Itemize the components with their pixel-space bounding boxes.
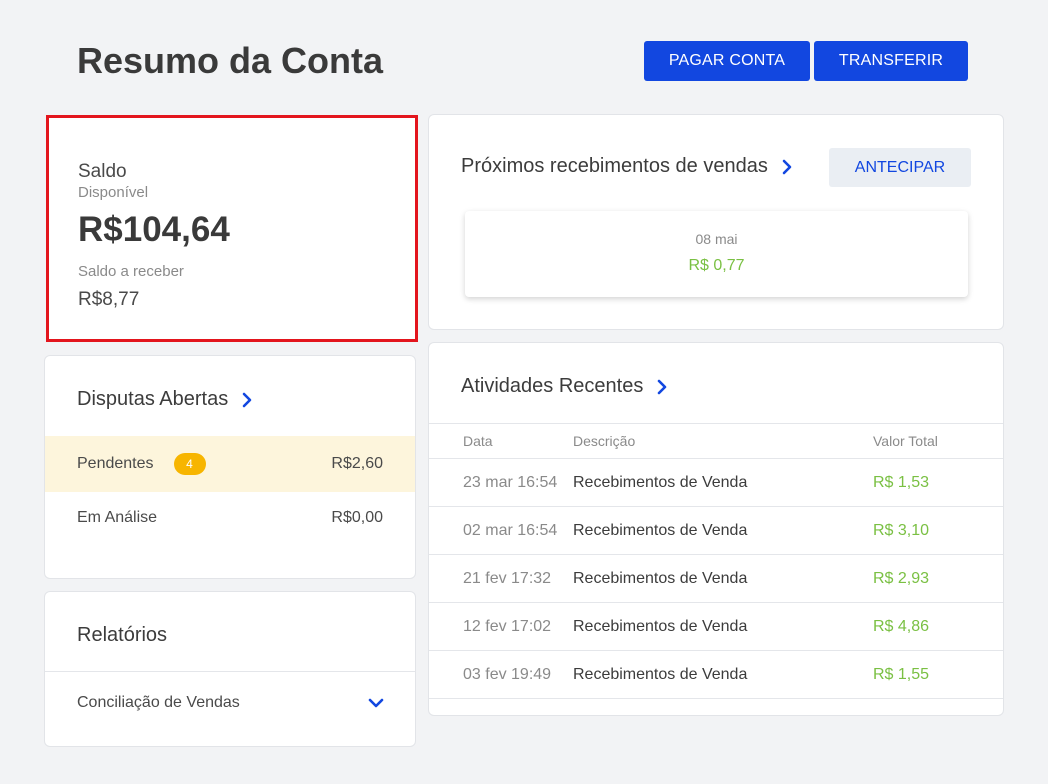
table-header: Data Descrição Valor Total bbox=[429, 423, 1003, 459]
table-row[interactable]: 21 fev 17:32 Recebimentos de Venda R$ 2,… bbox=[429, 555, 1003, 603]
balance-sub-label: Disponível bbox=[78, 184, 149, 201]
upcoming-heading-link[interactable]: Próximos recebimentos de vendas bbox=[461, 155, 794, 178]
activity-date: 03 fev 19:49 bbox=[463, 665, 552, 683]
disputes-card: Disputas Abertas Pendentes 4 R$2,60 Em A… bbox=[44, 355, 416, 579]
dispute-amount: R$2,60 bbox=[331, 455, 383, 472]
receivable-date: 08 mai bbox=[695, 231, 738, 247]
recent-activities-card: Atividades Recentes Data Descrição Valor… bbox=[428, 342, 1004, 716]
activity-value: R$ 1,55 bbox=[873, 665, 930, 683]
page-title: Resumo da Conta bbox=[77, 40, 384, 81]
receivable-balance: R$8,77 bbox=[78, 289, 140, 310]
pending-count-badge: 4 bbox=[173, 453, 206, 475]
activities-title: Atividades Recentes bbox=[461, 375, 644, 397]
anticipate-button[interactable]: ANTECIPAR bbox=[829, 148, 971, 187]
activity-description: Recebimentos de Venda bbox=[573, 569, 748, 587]
chevron-down-icon[interactable] bbox=[367, 697, 385, 709]
balance-card: Saldo Disponível R$104,64 Saldo a recebe… bbox=[46, 115, 418, 342]
activity-date: 12 fev 17:02 bbox=[463, 617, 552, 635]
table-row[interactable]: 12 fev 17:02 Recebimentos de Venda R$ 4,… bbox=[429, 603, 1003, 651]
dispute-status-label: Em Análise bbox=[77, 509, 158, 526]
activity-value: R$ 1,53 bbox=[873, 473, 930, 491]
dispute-row-in-review[interactable]: Em Análise R$0,00 bbox=[45, 490, 415, 546]
divider bbox=[45, 671, 415, 672]
reports-card: Relatórios Conciliação de Vendas bbox=[44, 591, 416, 747]
table-row[interactable]: 23 mar 16:54 Recebimentos de Venda R$ 1,… bbox=[429, 459, 1003, 507]
transfer-button[interactable]: TRANSFERIR bbox=[814, 41, 968, 81]
activity-description: Recebimentos de Venda bbox=[573, 521, 748, 539]
reports-title: Relatórios bbox=[77, 624, 168, 646]
balance-label: Saldo bbox=[78, 161, 127, 182]
sales-reconciliation-item[interactable]: Conciliação de Vendas bbox=[77, 690, 385, 716]
column-header-description: Descrição bbox=[573, 433, 636, 449]
activity-description: Recebimentos de Venda bbox=[573, 473, 748, 491]
receivable-amount: R$ 0,77 bbox=[688, 257, 745, 274]
dispute-row-pending[interactable]: Pendentes 4 R$2,60 bbox=[45, 436, 415, 492]
dispute-status-label: Pendentes bbox=[77, 455, 154, 472]
upcoming-receivables-card: Próximos recebimentos de vendas ANTECIPA… bbox=[428, 114, 1004, 330]
pay-bill-button[interactable]: PAGAR CONTA bbox=[644, 41, 810, 81]
disputes-heading-link[interactable]: Disputas Abertas bbox=[77, 388, 254, 411]
column-header-date: Data bbox=[463, 433, 493, 449]
activity-description: Recebimentos de Venda bbox=[573, 665, 748, 683]
activity-date: 02 mar 16:54 bbox=[463, 521, 558, 539]
dispute-amount: R$0,00 bbox=[331, 509, 383, 526]
disputes-title: Disputas Abertas bbox=[77, 388, 229, 410]
receivable-tile[interactable]: 08 mai R$ 0,77 bbox=[465, 211, 968, 297]
activity-value: R$ 2,93 bbox=[873, 569, 930, 587]
chevron-right-icon bbox=[658, 379, 667, 394]
activity-value: R$ 4,86 bbox=[873, 617, 930, 635]
chevron-right-icon bbox=[782, 159, 792, 174]
column-header-total: Valor Total bbox=[873, 433, 938, 449]
upcoming-title: Próximos recebimentos de vendas bbox=[461, 155, 768, 177]
chevron-right-icon bbox=[242, 392, 252, 407]
table-row[interactable]: 03 fev 19:49 Recebimentos de Venda R$ 1,… bbox=[429, 651, 1003, 699]
activity-description: Recebimentos de Venda bbox=[573, 617, 748, 635]
activities-heading-link[interactable]: Atividades Recentes bbox=[461, 375, 669, 398]
available-balance: R$104,64 bbox=[78, 210, 230, 249]
activity-date: 21 fev 17:32 bbox=[463, 569, 552, 587]
sales-reconciliation-label: Conciliação de Vendas bbox=[77, 694, 240, 711]
table-row[interactable]: 02 mar 16:54 Recebimentos de Venda R$ 3,… bbox=[429, 507, 1003, 555]
activities-table: Data Descrição Valor Total 23 mar 16:54 … bbox=[429, 423, 1003, 699]
receivable-label: Saldo a receber bbox=[78, 263, 184, 280]
activity-date: 23 mar 16:54 bbox=[463, 473, 558, 491]
activity-value: R$ 3,10 bbox=[873, 521, 930, 539]
